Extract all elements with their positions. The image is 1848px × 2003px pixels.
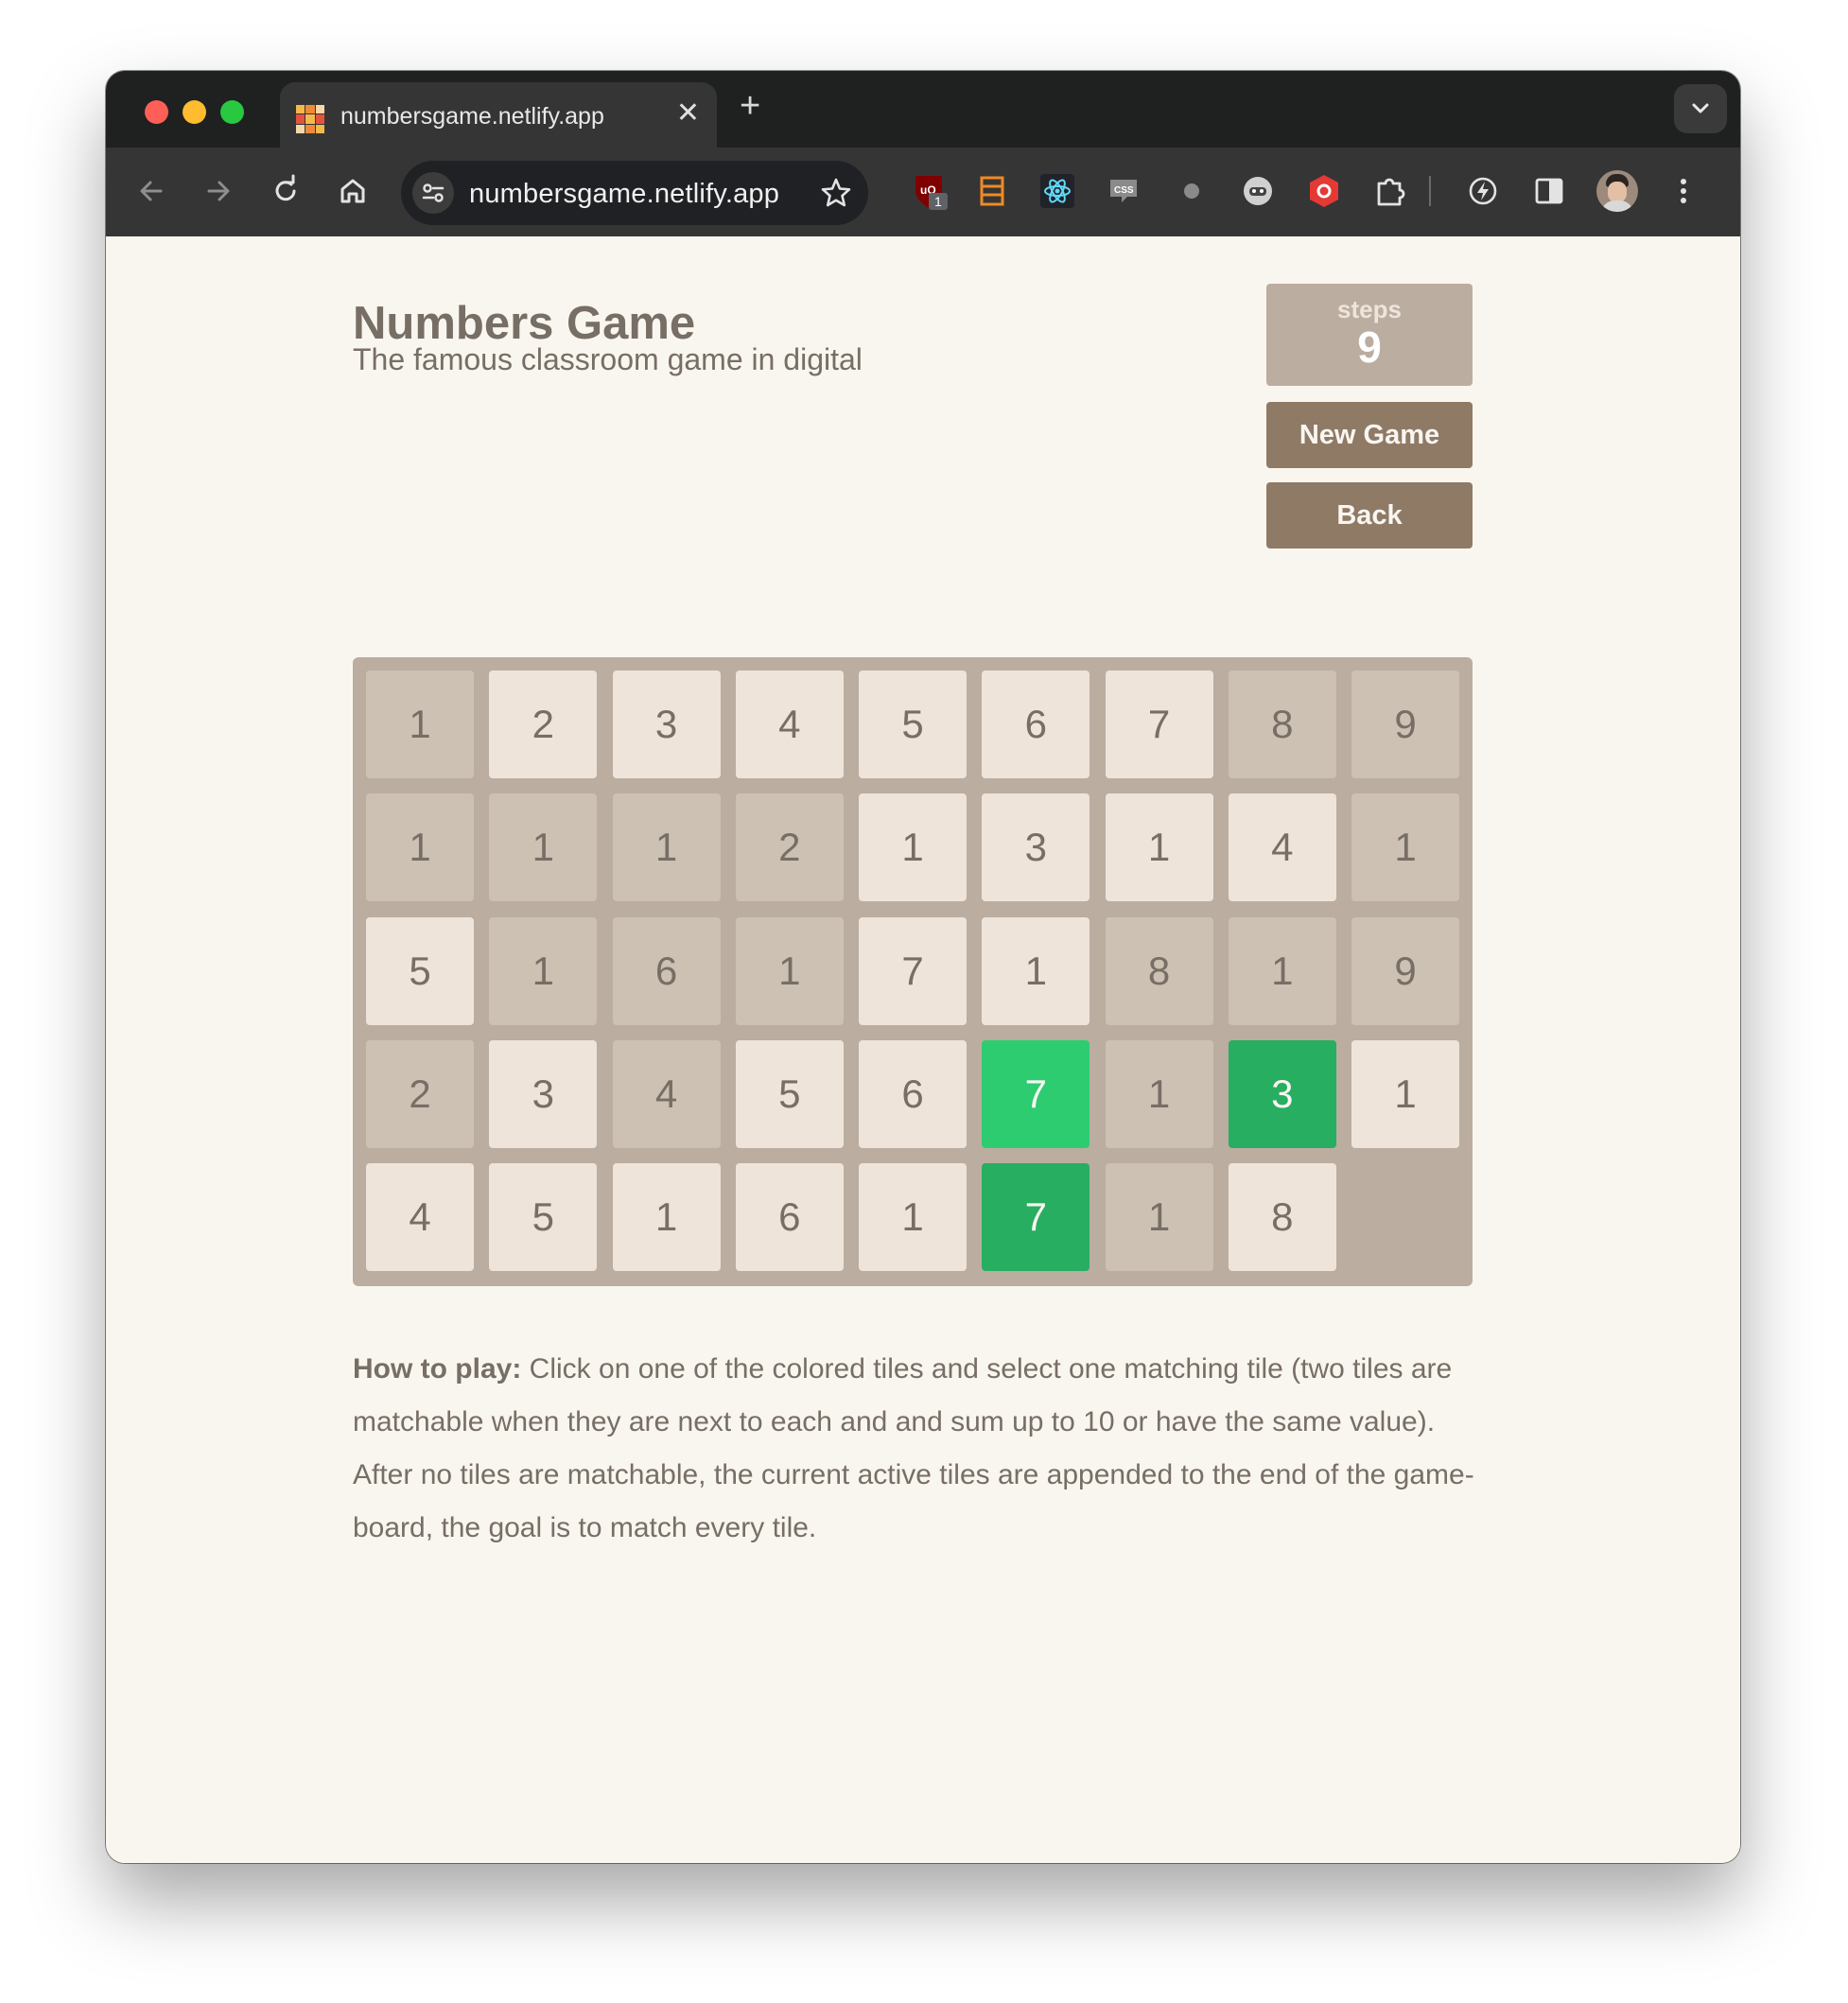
board-tile[interactable]: 1 [612, 1163, 721, 1271]
reload-icon[interactable] [267, 172, 305, 210]
board-tile[interactable]: 1 [859, 1163, 967, 1271]
page-content: Numbers Game The famous classroom game i… [106, 236, 1740, 1863]
address-bar[interactable]: numbersgame.netlify.app [401, 161, 868, 225]
board-tile[interactable]: 1 [489, 916, 598, 1025]
board-tile[interactable]: 1 [1351, 1039, 1459, 1148]
board-tile[interactable]: 3 [612, 671, 721, 778]
close-window-button[interactable] [145, 100, 168, 124]
tab-search-button[interactable] [1674, 84, 1727, 133]
back-arrow-icon[interactable] [132, 172, 170, 210]
svg-text:CSS: CSS [1114, 185, 1134, 196]
forward-arrow-icon[interactable] [200, 172, 237, 210]
back-button[interactable]: Back [1266, 482, 1473, 549]
board-tile[interactable]: 5 [489, 1163, 598, 1271]
bot-icon[interactable] [1237, 170, 1279, 212]
board-tile[interactable]: 8 [1105, 916, 1213, 1025]
board-tile[interactable]: 8 [1228, 671, 1336, 778]
steps-value: 9 [1357, 322, 1382, 372]
board-tile[interactable]: 6 [859, 1039, 967, 1148]
board-tile[interactable]: 5 [366, 916, 474, 1025]
board-tile[interactable]: 1 [982, 916, 1090, 1025]
board-tile[interactable]: 1 [489, 793, 598, 902]
how-to-play-text: Click on one of the colored tiles and se… [353, 1353, 1474, 1543]
new-tab-button[interactable]: + [740, 88, 760, 124]
favicon-icon [296, 105, 324, 133]
board-tile[interactable]: 8 [1228, 1163, 1336, 1271]
new-game-button[interactable]: New Game [1266, 402, 1473, 468]
toolbar-divider [1429, 176, 1431, 206]
react-devtools-icon[interactable] [1037, 170, 1078, 212]
steps-label: steps [1337, 295, 1402, 323]
board-tile[interactable]: 9 [1351, 916, 1459, 1025]
board-tile[interactable]: 1 [1105, 1039, 1213, 1148]
chevron-down-icon [1692, 103, 1709, 113]
css-icon[interactable]: CSS [1103, 170, 1144, 212]
board-tile[interactable]: 7 [982, 1163, 1090, 1271]
board-tile[interactable]: 2 [735, 793, 844, 902]
browser-window: numbersgame.netlify.app ✕ + numbersgame.… [106, 71, 1740, 1863]
extension-badge: 1 [934, 194, 942, 209]
board-tile[interactable]: 7 [859, 916, 967, 1025]
board-tile[interactable]: 4 [366, 1163, 474, 1271]
board-tile[interactable]: 1 [366, 671, 474, 778]
steps-counter: steps 9 [1266, 284, 1473, 386]
board-tile[interactable]: 1 [1351, 793, 1459, 902]
home-icon[interactable] [334, 172, 372, 210]
fullscreen-window-button[interactable] [220, 100, 244, 124]
board-tile[interactable]: 7 [982, 1039, 1090, 1148]
board-tile[interactable]: 2 [489, 671, 598, 778]
board-tile[interactable]: 1 [735, 916, 844, 1025]
close-tab-icon[interactable]: ✕ [676, 99, 700, 128]
board-tile[interactable]: 1 [1105, 793, 1213, 902]
minimize-window-button[interactable] [183, 100, 206, 124]
board-tile[interactable]: 9 [1351, 671, 1459, 778]
tab-strip: numbersgame.netlify.app ✕ + [106, 71, 1740, 148]
board-tile[interactable]: 1 [612, 793, 721, 902]
board-tile[interactable]: 6 [735, 1163, 844, 1271]
board-tile[interactable]: 1 [1105, 1163, 1213, 1271]
profile-avatar[interactable] [1596, 170, 1638, 212]
game-board: 1234567891112131415161718192345671314516… [353, 657, 1473, 1286]
board-tile[interactable]: 1 [1228, 916, 1336, 1025]
board-tile[interactable]: 1 [859, 793, 967, 902]
board-tile[interactable]: 1 [366, 793, 474, 902]
storage-icon[interactable] [970, 170, 1012, 212]
board-tile[interactable]: 7 [1105, 671, 1213, 778]
board-tile[interactable]: 4 [735, 671, 844, 778]
board-tile[interactable]: 4 [1228, 793, 1336, 902]
circle-icon[interactable] [1171, 170, 1212, 212]
board-tile[interactable]: 3 [1228, 1039, 1336, 1148]
how-to-play-heading: How to play: [353, 1353, 522, 1385]
site-settings-icon[interactable] [412, 172, 454, 214]
browser-toolbar: numbersgame.netlify.app uO 1 CSS [106, 148, 1740, 236]
tab-title: numbersgame.netlify.app [340, 103, 604, 130]
board-tile[interactable]: 5 [859, 671, 967, 778]
board-tile[interactable]: 5 [735, 1039, 844, 1148]
sidepanel-icon[interactable] [1528, 170, 1570, 212]
how-to-play: How to play: Click on one of the colored… [353, 1343, 1478, 1555]
board-tile[interactable]: 4 [612, 1039, 721, 1148]
board-tile[interactable]: 6 [982, 671, 1090, 778]
board-tile[interactable]: 3 [489, 1039, 598, 1148]
board-tile[interactable]: 6 [612, 916, 721, 1025]
board-tile[interactable]: 3 [982, 793, 1090, 902]
board-tile[interactable]: 2 [366, 1039, 474, 1148]
bookmark-star-icon[interactable] [819, 176, 853, 210]
ublock-icon[interactable]: uO 1 [908, 170, 950, 212]
shield-icon[interactable] [1303, 170, 1345, 212]
browser-tab[interactable]: numbersgame.netlify.app ✕ [280, 82, 717, 148]
lightning-icon[interactable] [1462, 170, 1504, 212]
kebab-menu-icon[interactable] [1663, 170, 1704, 212]
puzzle-icon[interactable] [1369, 170, 1411, 212]
page-subtitle: The famous classroom game in digital [353, 342, 863, 376]
url-text: numbersgame.netlify.app [469, 179, 780, 209]
